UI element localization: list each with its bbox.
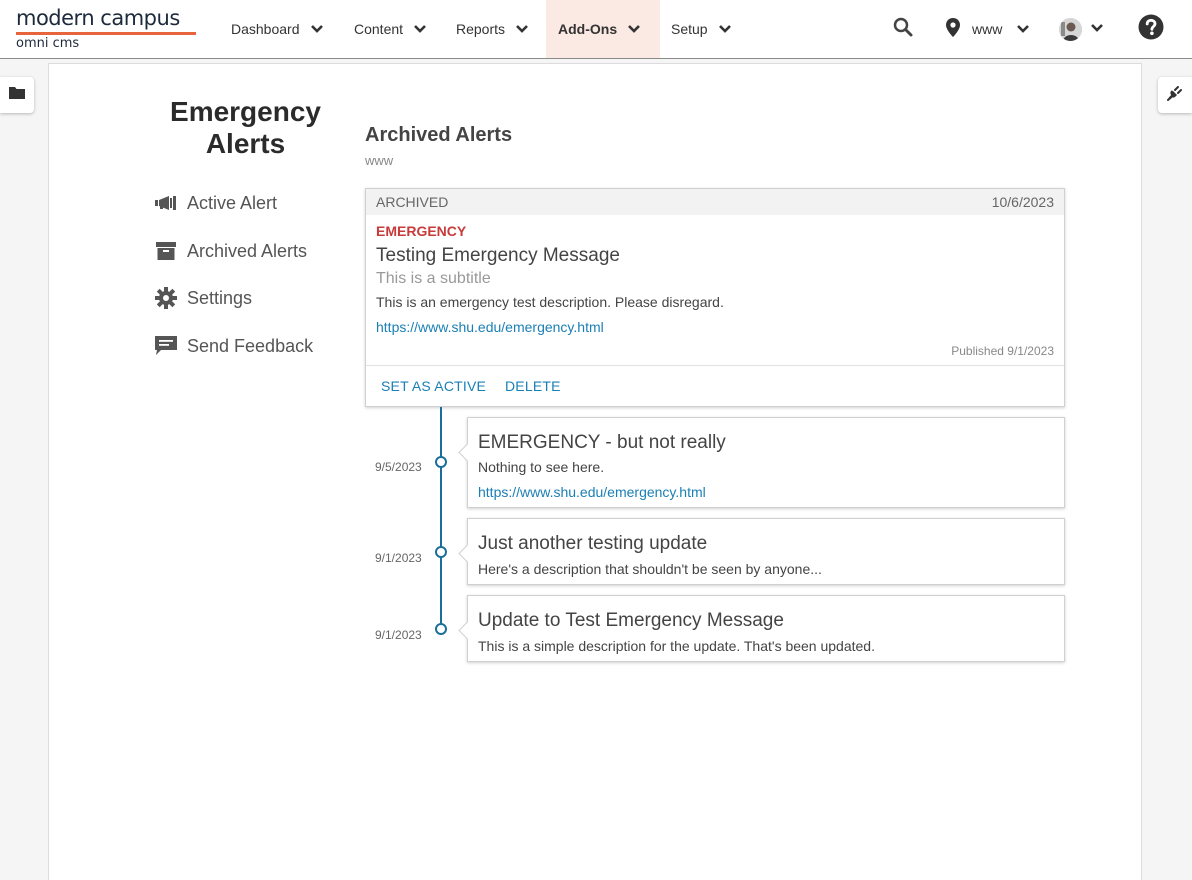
logo-subtitle: omni cms (16, 36, 80, 51)
chevron-down-icon (1090, 20, 1104, 38)
file-navigation-tab[interactable] (0, 77, 34, 113)
comment-icon (154, 335, 178, 357)
update-title: Update to Test Emergency Message (478, 610, 784, 631)
update-date: 9/5/2023 (375, 460, 422, 474)
timeline-line (440, 407, 442, 629)
nav-addons-label: Add-Ons (558, 21, 618, 37)
alert-description: This is an emergency test description. P… (376, 294, 724, 310)
nav-setup[interactable]: Setup (659, 0, 744, 58)
app-title: Emergency Alerts (170, 96, 321, 159)
update-description: Nothing to see here. (478, 459, 605, 475)
logo[interactable]: modern campus omni cms (16, 6, 196, 52)
sidebar-item-label: Active Alert (187, 192, 278, 213)
update-card: Update to Test Emergency Message This is… (467, 595, 1065, 662)
plug-icon (1167, 85, 1183, 106)
help-button[interactable] (1138, 0, 1164, 58)
update-title: Just another testing update (478, 533, 708, 554)
nav-content[interactable]: Content (342, 0, 439, 58)
update-card: Just another testing update Here's a des… (467, 518, 1065, 585)
set-as-active-button[interactable]: SET AS ACTIVE (381, 378, 486, 394)
nav-reports-label: Reports (456, 21, 506, 37)
chevron-down-icon (627, 24, 641, 34)
published-date: Published 9/1/2023 (951, 344, 1054, 358)
map-pin-icon (946, 18, 960, 40)
sidebar-item-send-feedback[interactable]: Send Feedback (154, 335, 313, 357)
sidebar-item-archived-alerts[interactable]: Archived Alerts (154, 240, 307, 262)
alert-link[interactable]: https://www.shu.edu/emergency.html (376, 319, 604, 335)
alert-type: EMERGENCY (376, 223, 467, 239)
timeline-dot (435, 456, 447, 468)
site-label: www (972, 21, 1003, 37)
sidebar-item-label: Send Feedback (187, 335, 314, 356)
alert-title: Testing Emergency Message (376, 245, 620, 266)
chevron-down-icon (718, 24, 732, 34)
update-card: EMERGENCY - but not really Nothing to se… (467, 417, 1065, 508)
page-title: Archived Alerts (365, 124, 513, 146)
nav-reports[interactable]: Reports (444, 0, 541, 58)
chevron-down-icon (1016, 21, 1030, 37)
page-subtitle: www (365, 153, 394, 168)
nav-addons[interactable]: Add-Ons (546, 0, 660, 58)
update-description: This is a simple description for the upd… (478, 638, 875, 654)
logo-underline (16, 32, 196, 35)
card-date: 10/6/2023 (991, 194, 1054, 210)
chevron-down-icon (310, 24, 324, 34)
sidebar-item-settings[interactable]: Settings (154, 287, 252, 309)
avatar (1059, 17, 1082, 41)
site-selector[interactable]: www (946, 0, 1030, 58)
card-header: ARCHIVED 10/6/2023 (366, 189, 1064, 215)
folder-icon (9, 86, 25, 104)
nav-content-label: Content (354, 21, 404, 37)
gear-icon (154, 287, 178, 309)
card-actions: SET AS ACTIVE DELETE (366, 365, 1064, 407)
sidebar-item-label: Settings (187, 287, 253, 308)
archived-alert-card: ARCHIVED 10/6/2023 EMERGENCY Testing Eme… (365, 188, 1065, 407)
search-button[interactable] (893, 0, 913, 58)
nav-dashboard-label: Dashboard (231, 21, 300, 37)
help-icon (1138, 14, 1164, 45)
update-title: EMERGENCY - but not really (478, 432, 726, 453)
gadgets-tab[interactable] (1158, 77, 1192, 113)
sidebar-item-label: Archived Alerts (187, 240, 308, 261)
nav-dashboard[interactable]: Dashboard (219, 0, 336, 58)
sidebar-item-active-alert[interactable]: Active Alert (154, 192, 277, 214)
delete-button[interactable]: DELETE (505, 378, 561, 394)
top-bar: modern campus omni cms Dashboard Content… (0, 0, 1192, 59)
search-icon (893, 17, 913, 42)
update-date: 9/1/2023 (375, 551, 422, 565)
alert-subtitle: This is a subtitle (376, 270, 491, 287)
chevron-down-icon (413, 24, 427, 34)
timeline-dot (435, 546, 447, 558)
update-date: 9/1/2023 (375, 628, 422, 642)
user-menu[interactable] (1059, 0, 1104, 58)
logo-wordmark: modern campus (16, 6, 180, 30)
megaphone-icon (154, 192, 178, 214)
nav-setup-label: Setup (671, 21, 708, 37)
timeline-dot (435, 623, 447, 635)
archive-box-icon (154, 240, 178, 262)
update-link[interactable]: https://www.shu.edu/emergency.html (478, 484, 706, 500)
update-description: Here's a description that shouldn't be s… (478, 561, 822, 577)
status-badge: ARCHIVED (376, 194, 449, 210)
chevron-down-icon (515, 24, 529, 34)
